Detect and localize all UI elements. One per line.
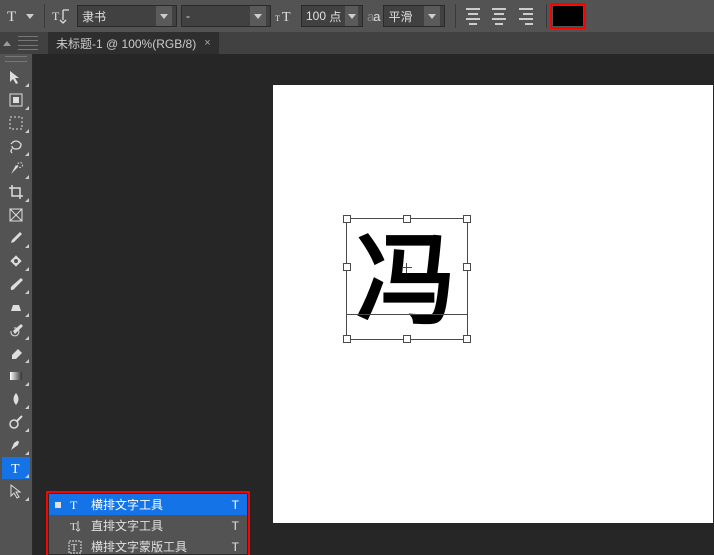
tool-preset-picker[interactable]	[26, 4, 34, 28]
transform-bounding-box[interactable]	[346, 218, 468, 340]
document-canvas[interactable]: 冯	[273, 85, 713, 523]
align-left-button[interactable]	[462, 5, 484, 27]
svg-text:T: T	[275, 14, 280, 23]
flyout-item-label: 横排文字工具	[91, 496, 163, 513]
font-style-dropdown[interactable]: -	[181, 5, 271, 27]
type-tool-icon: T	[67, 540, 83, 554]
toolbox-grip-icon[interactable]	[5, 56, 27, 62]
svg-text:T: T	[7, 9, 16, 25]
divider	[546, 4, 547, 28]
blur-tool[interactable]	[2, 388, 30, 410]
transform-handle[interactable]	[463, 263, 471, 271]
document-tab-strip: 未标题-1 @ 100%(RGB/8) ×	[0, 32, 714, 54]
transform-handle[interactable]	[463, 215, 471, 223]
transform-handle[interactable]	[403, 215, 411, 223]
quick-selection-tool[interactable]	[2, 158, 30, 180]
transform-handle[interactable]	[343, 335, 351, 343]
svg-text:T: T	[70, 498, 78, 512]
antialias-dropdown[interactable]: 平滑	[383, 5, 445, 27]
selected-dot-icon	[55, 502, 61, 508]
font-size-field[interactable]: 100 点	[301, 5, 363, 27]
font-size-icon[interactable]: T T	[275, 4, 297, 28]
font-family-dropdown[interactable]: 隶书	[77, 5, 177, 27]
transform-handle[interactable]	[403, 335, 411, 343]
dropdown-arrow-icon	[156, 6, 172, 26]
flyout-item-label: 直排文字工具	[91, 517, 163, 534]
type-tool-icon: T	[67, 498, 83, 512]
antialias-icon[interactable]: aa	[367, 4, 379, 28]
transform-handle[interactable]	[343, 215, 351, 223]
divider	[455, 4, 456, 28]
marquee-tool[interactable]	[2, 112, 30, 134]
svg-text:T: T	[71, 543, 77, 554]
tab-grip-icon[interactable]	[18, 36, 38, 50]
svg-text:T: T	[70, 521, 77, 533]
svg-text:T: T	[52, 9, 60, 23]
spot-healing-tool[interactable]	[2, 250, 30, 272]
align-center-button[interactable]	[488, 5, 510, 27]
font-size-value: 100	[306, 9, 326, 23]
document-tab-title: 未标题-1 @ 100%(RGB/8)	[56, 35, 196, 52]
type-tool[interactable]: T	[2, 457, 30, 479]
move-tool[interactable]	[2, 66, 30, 88]
transform-handle[interactable]	[463, 335, 471, 343]
lasso-tool[interactable]	[2, 135, 30, 157]
flyout-item-shortcut: T	[232, 498, 239, 512]
type-flyout-item[interactable]: T 横排文字工具 T	[49, 494, 247, 515]
dropdown-arrow-icon	[345, 6, 358, 26]
dodge-tool[interactable]	[2, 411, 30, 433]
type-tool-icon: T	[67, 519, 83, 533]
dropdown-arrow-icon	[250, 6, 266, 26]
text-orientation-toggle[interactable]: T	[51, 5, 73, 27]
toolbox: T	[0, 54, 33, 555]
antialias-value: 平滑	[388, 8, 420, 25]
type-flyout-item[interactable]: T 直排文字工具 T	[49, 515, 247, 536]
tool-preset-type-icon[interactable]: T	[4, 4, 22, 28]
divider	[44, 4, 45, 28]
eraser-tool[interactable]	[2, 342, 30, 364]
text-baseline-box	[347, 219, 467, 315]
expand-dock-icon[interactable]	[0, 32, 14, 54]
brush-tool[interactable]	[2, 273, 30, 295]
history-brush-tool[interactable]	[2, 319, 30, 341]
pen-tool[interactable]	[2, 434, 30, 456]
flyout-item-shortcut: T	[232, 540, 239, 554]
close-tab-icon[interactable]: ×	[204, 37, 210, 49]
work-area: 冯 T横排文字工具TT直排文字工具TT横排文字蒙版工具T	[33, 54, 714, 555]
frame-tool[interactable]	[2, 204, 30, 226]
font-size-unit: 点	[329, 8, 341, 25]
svg-text:T: T	[282, 10, 291, 25]
gradient-tool[interactable]	[2, 365, 30, 387]
document-tab[interactable]: 未标题-1 @ 100%(RGB/8) ×	[48, 32, 219, 54]
clone-stamp-tool[interactable]	[2, 296, 30, 318]
artboard-tool[interactable]	[2, 89, 30, 111]
crop-tool[interactable]	[2, 181, 30, 203]
dropdown-arrow-icon	[424, 6, 440, 26]
path-selection-tool[interactable]	[2, 480, 30, 502]
transform-center-icon[interactable]	[402, 263, 412, 273]
svg-text:T: T	[11, 462, 20, 476]
text-options-bar: T T 隶书 - T T 100 点 aa 平滑	[0, 0, 714, 32]
flyout-item-label: 横排文字蒙版工具	[91, 538, 187, 555]
align-right-button[interactable]	[514, 5, 536, 27]
type-tool-flyout: T横排文字工具TT直排文字工具TT横排文字蒙版工具T	[48, 493, 248, 555]
transform-handle[interactable]	[343, 263, 351, 271]
font-family-value: 隶书	[82, 8, 152, 25]
flyout-item-shortcut: T	[232, 519, 239, 533]
font-style-value: -	[186, 9, 246, 23]
type-flyout-item[interactable]: T 横排文字蒙版工具 T	[49, 536, 247, 555]
eyedropper-tool[interactable]	[2, 227, 30, 249]
text-color-swatch[interactable]	[553, 6, 583, 26]
